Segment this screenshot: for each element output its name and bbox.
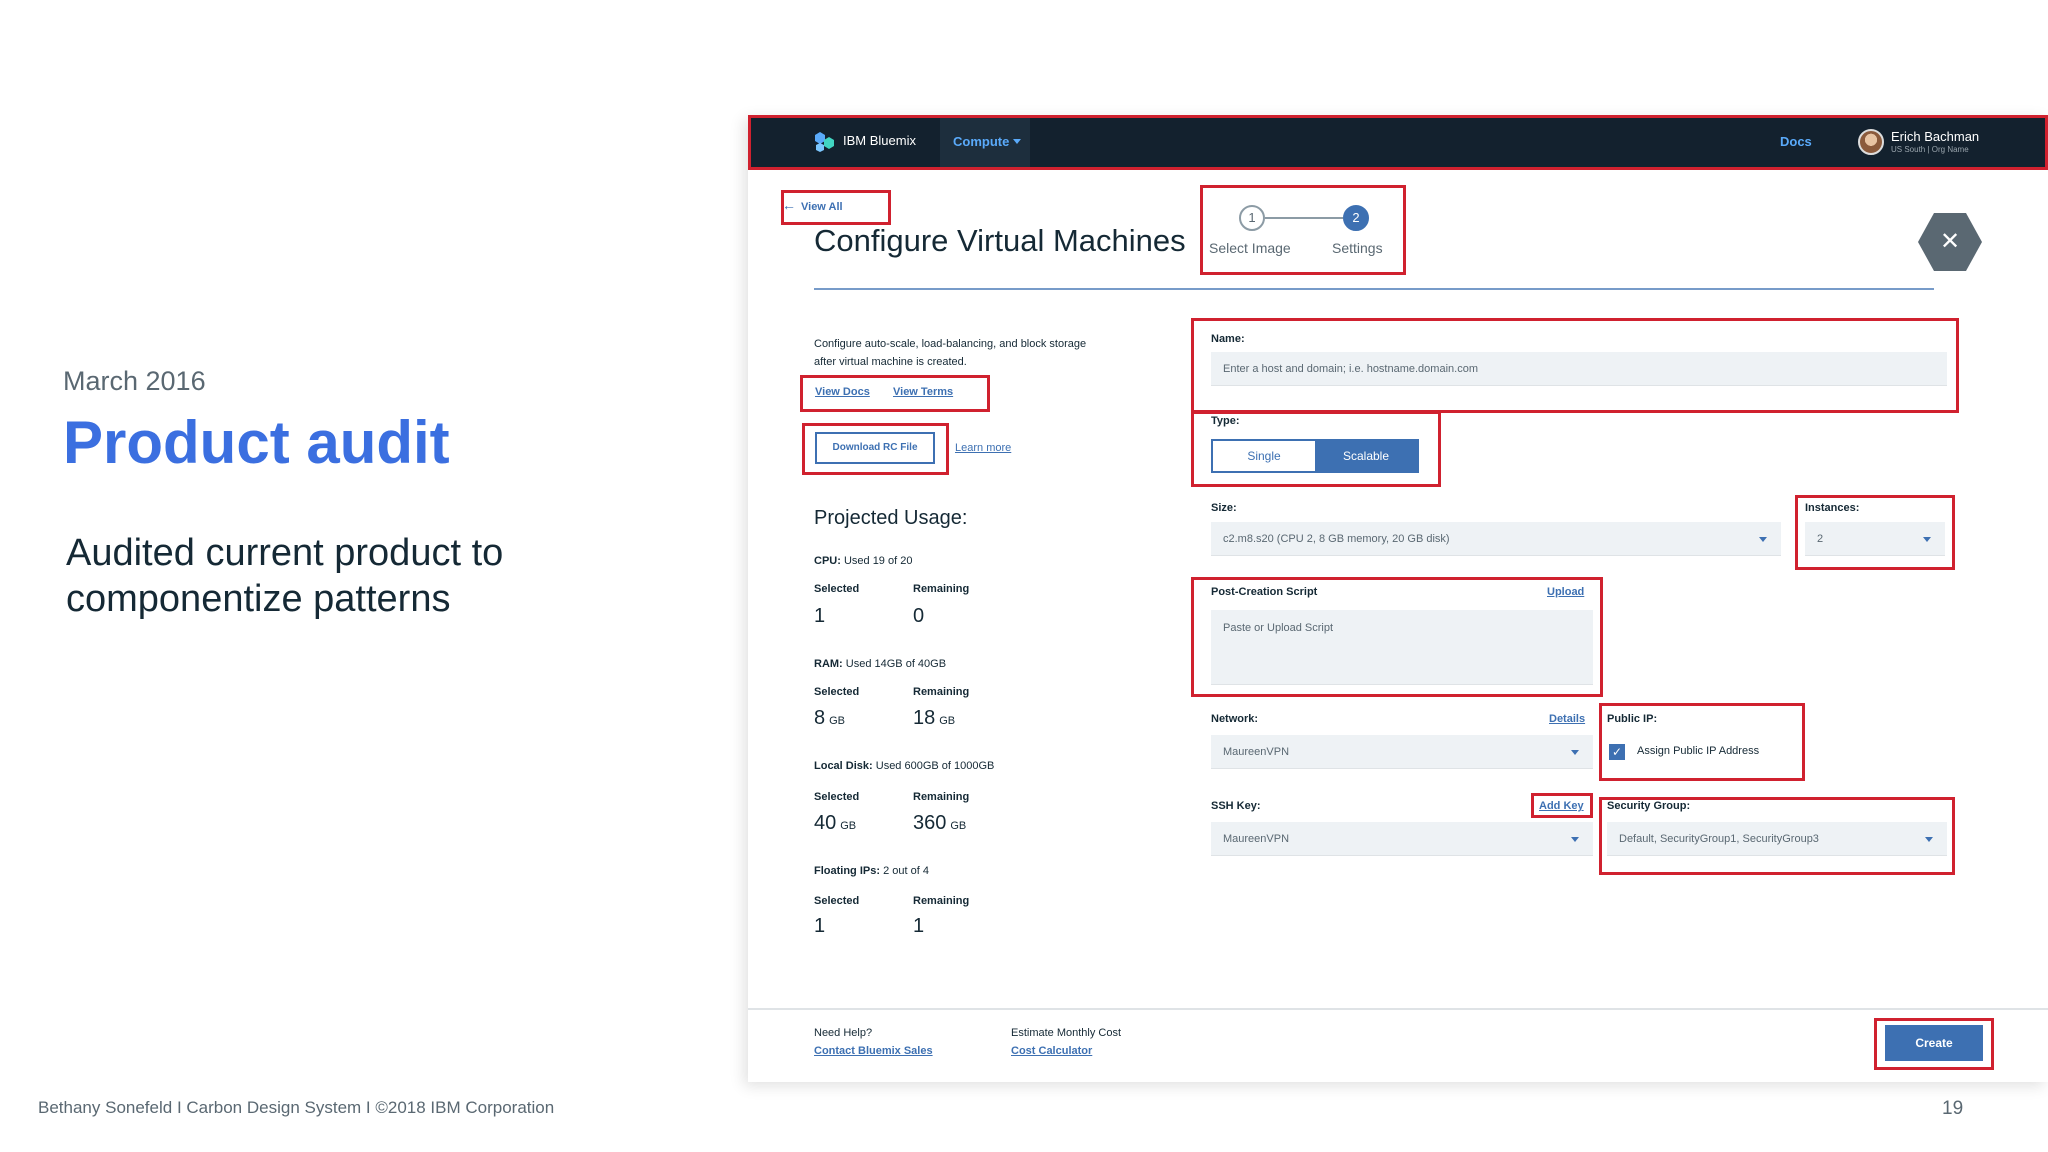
instances-label: Instances: xyxy=(1805,502,1860,514)
selected-header: Selected xyxy=(814,895,860,907)
script-label: Post-Creation Script xyxy=(1211,586,1318,598)
security-group-label: Security Group: xyxy=(1607,800,1691,812)
highlight-box xyxy=(1200,185,1406,275)
remaining-header: Remaining xyxy=(913,583,970,595)
header-divider xyxy=(814,288,1934,290)
script-textarea[interactable]: Paste or Upload Script xyxy=(1211,610,1593,685)
intro-text: Configure auto-scale, load-balancing, an… xyxy=(814,338,1087,368)
type-toggle[interactable]: Single Scalable xyxy=(1211,439,1419,473)
view-all-label: View All xyxy=(801,201,843,213)
page-number: 19 xyxy=(1942,1098,1964,1119)
ram-remaining-value: 18 GB xyxy=(913,707,956,729)
top-navigation: IBM Bluemix Compute Docs Erich Bachman U… xyxy=(748,115,2048,170)
instances-value: 2 xyxy=(1817,533,1824,545)
cpu-usage-label: CPU: Used 19 of 20 xyxy=(814,555,913,567)
slide-title: Product audit xyxy=(63,409,450,476)
network-value: MaureenVPN xyxy=(1223,746,1290,758)
avatar[interactable] xyxy=(1858,129,1884,155)
cpu-selected-value: 1 xyxy=(814,605,826,627)
remaining-header: Remaining xyxy=(913,895,970,907)
ssh-key-select[interactable]: MaureenVPN xyxy=(1211,822,1593,856)
learn-more-link[interactable]: Learn more xyxy=(955,442,1011,454)
add-key-link[interactable]: Add Key xyxy=(1539,800,1584,812)
chevron-down-icon xyxy=(1923,536,1931,542)
cpu-remaining-value: 0 xyxy=(913,605,925,627)
selected-header: Selected xyxy=(814,791,860,803)
product-screenshot: IBM Bluemix Compute Docs Erich Bachman U… xyxy=(748,115,2048,1082)
ips-usage-label: Floating IPs: 2 out of 4 xyxy=(814,865,929,877)
chevron-down-icon xyxy=(1925,836,1933,842)
network-label: Network: xyxy=(1211,713,1259,725)
ram-selected-value: 8 GB xyxy=(814,707,846,729)
selected-header: Selected xyxy=(814,686,860,698)
compute-menu[interactable]: Compute xyxy=(940,115,1030,170)
type-label: Type: xyxy=(1211,415,1240,427)
disk-usage-label: Local Disk: Used 600GB of 1000GB xyxy=(814,760,995,772)
security-group-value: Default, SecurityGroup1, SecurityGroup3 xyxy=(1619,833,1819,845)
user-org: US South | Org Name xyxy=(1891,145,1969,154)
cost-calculator-link[interactable]: Cost Calculator xyxy=(1011,1045,1092,1057)
close-icon[interactable]: ✕ xyxy=(1918,213,1982,271)
remaining-header: Remaining xyxy=(913,686,970,698)
create-button[interactable]: Create xyxy=(1885,1025,1983,1061)
size-select[interactable]: c2.m8.s20 (CPU 2, 8 GB memory, 20 GB dis… xyxy=(1211,522,1781,556)
view-terms-link[interactable]: View Terms xyxy=(893,386,953,398)
chevron-down-icon xyxy=(1571,749,1579,755)
compute-menu-label: Compute xyxy=(953,134,1010,149)
view-docs-link[interactable]: View Docs xyxy=(815,386,870,398)
security-group-select[interactable]: Default, SecurityGroup1, SecurityGroup3 xyxy=(1607,822,1947,856)
chevron-down-icon xyxy=(1759,536,1767,542)
type-option-scalable[interactable]: Scalable xyxy=(1315,441,1417,471)
network-details-link[interactable]: Details xyxy=(1549,713,1585,725)
estimate-cost-label: Estimate Monthly Cost xyxy=(1011,1027,1122,1039)
name-label: Name: xyxy=(1211,333,1245,345)
view-all-link[interactable]: ← View All xyxy=(782,197,843,213)
bottom-bar xyxy=(748,1008,2048,1082)
step-2-label[interactable]: Settings xyxy=(1332,240,1383,256)
size-value: c2.m8.s20 (CPU 2, 8 GB memory, 20 GB dis… xyxy=(1223,533,1450,545)
docs-link[interactable]: Docs xyxy=(1780,134,1812,149)
type-option-single[interactable]: Single xyxy=(1213,441,1315,471)
instances-select[interactable]: 2 xyxy=(1805,522,1945,556)
arrow-left-icon: ← xyxy=(782,197,796,213)
name-input[interactable]: Enter a host and domain; i.e. hostname.d… xyxy=(1211,352,1947,386)
ips-selected-value: 1 xyxy=(814,915,826,937)
slide-description: Audited current product to componentize … xyxy=(66,532,504,620)
progress-line xyxy=(1265,217,1343,219)
disk-remaining-value: 360 GB xyxy=(913,812,967,834)
ram-usage-label: RAM: Used 14GB of 40GB xyxy=(814,658,947,670)
need-help-label: Need Help? xyxy=(814,1027,873,1039)
slide: March 2016 Product audit Audited current… xyxy=(0,0,2048,1152)
step-2-indicator[interactable]: 2 xyxy=(1343,205,1369,231)
public-ip-checkbox-label: Assign Public IP Address xyxy=(1637,745,1760,757)
ssh-key-label: SSH Key: xyxy=(1211,800,1261,812)
slide-date: March 2016 xyxy=(63,366,206,396)
step-1-label[interactable]: Select Image xyxy=(1209,240,1291,256)
chevron-down-icon xyxy=(1571,836,1579,842)
ssh-key-value: MaureenVPN xyxy=(1223,833,1290,845)
brand-name[interactable]: IBM Bluemix xyxy=(843,133,916,148)
public-ip-checkbox[interactable]: ✓ xyxy=(1609,744,1625,760)
chevron-down-icon xyxy=(1013,139,1021,144)
ips-remaining-value: 1 xyxy=(913,915,925,937)
remaining-header: Remaining xyxy=(913,791,970,803)
contact-sales-link[interactable]: Contact Bluemix Sales xyxy=(814,1045,933,1057)
step-1-indicator[interactable]: 1 xyxy=(1239,205,1265,231)
upload-link[interactable]: Upload xyxy=(1547,586,1584,598)
slide-footer: Bethany Sonefeld I Carbon Design System … xyxy=(38,1098,555,1117)
projected-usage-title: Projected Usage: xyxy=(814,507,968,529)
network-select[interactable]: MaureenVPN xyxy=(1211,735,1593,769)
page-title: Configure Virtual Machines xyxy=(814,223,1186,258)
public-ip-label: Public IP: xyxy=(1607,713,1658,725)
user-name[interactable]: Erich Bachman xyxy=(1891,129,1979,144)
download-rc-button[interactable]: Download RC File xyxy=(815,432,935,464)
selected-header: Selected xyxy=(814,583,860,595)
disk-selected-value: 40 GB xyxy=(814,812,857,834)
size-label: Size: xyxy=(1211,502,1237,514)
bluemix-logo-icon xyxy=(815,132,834,152)
